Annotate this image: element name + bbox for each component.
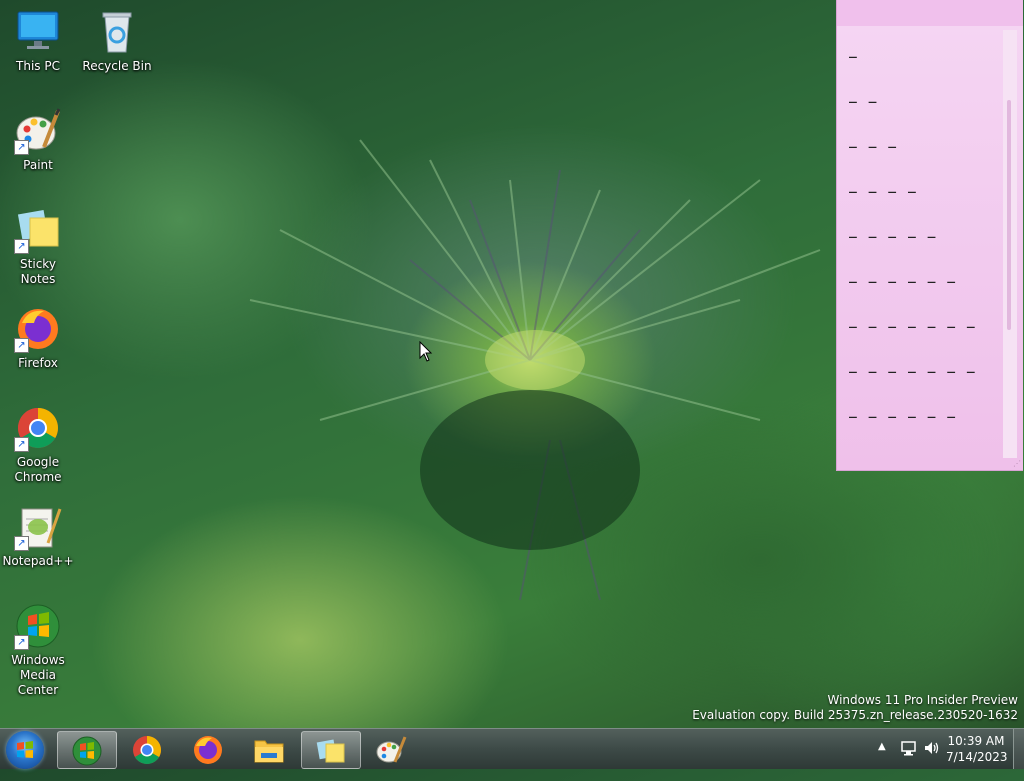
sticky-note-titlebar[interactable] [837, 0, 1023, 26]
desktop-icon-label: Paint [23, 158, 53, 172]
taskbar-sticky-notes-button[interactable] [301, 731, 361, 769]
desktop-icon-paint[interactable]: ↗ Paint [2, 107, 74, 173]
taskbar-media-center-button[interactable] [57, 731, 117, 769]
recycle-bin-icon [93, 8, 141, 56]
sticky-note-window[interactable]: _ _ _ _ _ _ _ _ _ _ _ _ _ _ _ _ _ _ _ _ … [836, 0, 1023, 471]
computer-icon [14, 8, 62, 56]
shortcut-arrow-icon: ↗ [14, 239, 29, 254]
desktop-icon-windows-media-center[interactable]: ↗ Windows Media Center [2, 602, 74, 698]
watermark-build: Evaluation copy. Build 25375.zn_release.… [692, 708, 1018, 722]
clock-date: 7/14/2023 [946, 750, 1008, 764]
clock-time: 10:39 AM [947, 734, 1005, 748]
sticky-note-line: _ _ _ _ _ _ [849, 269, 958, 284]
desktop-icon-this-pc[interactable]: This PC [2, 8, 74, 74]
taskbar-file-explorer-button[interactable] [240, 731, 298, 767]
chrome-icon: ↗ [14, 404, 62, 452]
desktop-icon-label: Windows Media Center [11, 653, 65, 697]
watermark-edition: Windows 11 Pro Insider Preview [827, 693, 1018, 707]
desktop-icon-label: Sticky Notes [20, 257, 56, 286]
taskbar: ▲ 10:39 AM 7/14/2023 [0, 728, 1024, 769]
desktop-icon-sticky-notes[interactable]: ↗ Sticky Notes [2, 206, 74, 287]
sticky-note-line: _ [849, 44, 859, 59]
sticky-notes-icon [316, 739, 345, 763]
chrome-icon [133, 736, 161, 764]
taskbar-chrome-button[interactable] [118, 731, 176, 767]
sticky-note-line: _ _ _ _ _ _ [849, 404, 958, 419]
desktop-icon-label: Firefox [18, 356, 58, 370]
shortcut-arrow-icon: ↗ [14, 635, 29, 650]
desktop-icon-label: Google Chrome [14, 455, 62, 484]
mouse-cursor-icon [419, 341, 433, 362]
desktop-icon-label: This PC [16, 59, 60, 73]
desktop-icon-google-chrome[interactable]: ↗ Google Chrome [2, 404, 74, 485]
sticky-note-line: _ _ _ _ _ _ _ [849, 359, 977, 374]
media-center-icon: ↗ [14, 602, 62, 650]
tray-show-hidden-icon[interactable]: ▲ [878, 741, 886, 781]
windows-watermark: Windows 11 Pro Insider Preview Evaluatio… [692, 693, 1018, 723]
desktop-icon-label: Recycle Bin [82, 59, 152, 73]
sticky-note-line: _ _ _ _ _ _ _ [849, 314, 977, 329]
shortcut-arrow-icon: ↗ [14, 437, 29, 452]
desktop-icon-label: Notepad++ [2, 554, 74, 568]
start-button[interactable] [6, 731, 44, 769]
sticky-note-body[interactable]: _ _ _ _ _ _ _ _ _ _ _ _ _ _ _ _ _ _ _ _ … [837, 26, 1023, 470]
sticky-note-line: _ _ [849, 89, 879, 104]
taskbar-clock[interactable]: 10:39 AM 7/14/2023 [946, 733, 1008, 765]
desktop-icon-firefox[interactable]: ↗ Firefox [2, 305, 74, 371]
sticky-note-line: _ _ _ [849, 134, 899, 149]
windows-logo-icon [17, 741, 33, 758]
taskbar-paint-button[interactable] [362, 731, 420, 767]
firefox-icon [194, 736, 222, 764]
volume-icon[interactable] [923, 739, 941, 779]
media-center-icon [72, 736, 102, 766]
paint-palette-icon: ↗ [14, 107, 62, 155]
scrollbar-thumb[interactable] [1007, 100, 1011, 330]
sticky-note-line: _ _ _ _ _ [849, 224, 938, 239]
shortcut-arrow-icon: ↗ [14, 338, 29, 353]
desktop-icon-recycle-bin[interactable]: Recycle Bin [81, 8, 153, 74]
notepadpp-icon: ↗ [14, 503, 62, 551]
firefox-icon: ↗ [14, 305, 62, 353]
sticky-note-line: _ _ _ _ [849, 179, 918, 194]
sticky-notes-icon: ↗ [14, 206, 62, 254]
desktop-icon-notepadpp[interactable]: ↗ Notepad++ [2, 503, 74, 569]
file-explorer-icon [254, 740, 284, 763]
paint-palette-icon [376, 736, 407, 763]
shortcut-arrow-icon: ↗ [14, 536, 29, 551]
shortcut-arrow-icon: ↗ [14, 140, 29, 155]
taskbar-firefox-button[interactable] [179, 731, 237, 767]
resize-grip-icon[interactable]: ⋰ [1013, 459, 1021, 468]
sticky-note-scrollbar[interactable] [1003, 30, 1017, 458]
show-desktop-button[interactable] [1013, 729, 1024, 769]
network-icon[interactable] [900, 739, 918, 779]
